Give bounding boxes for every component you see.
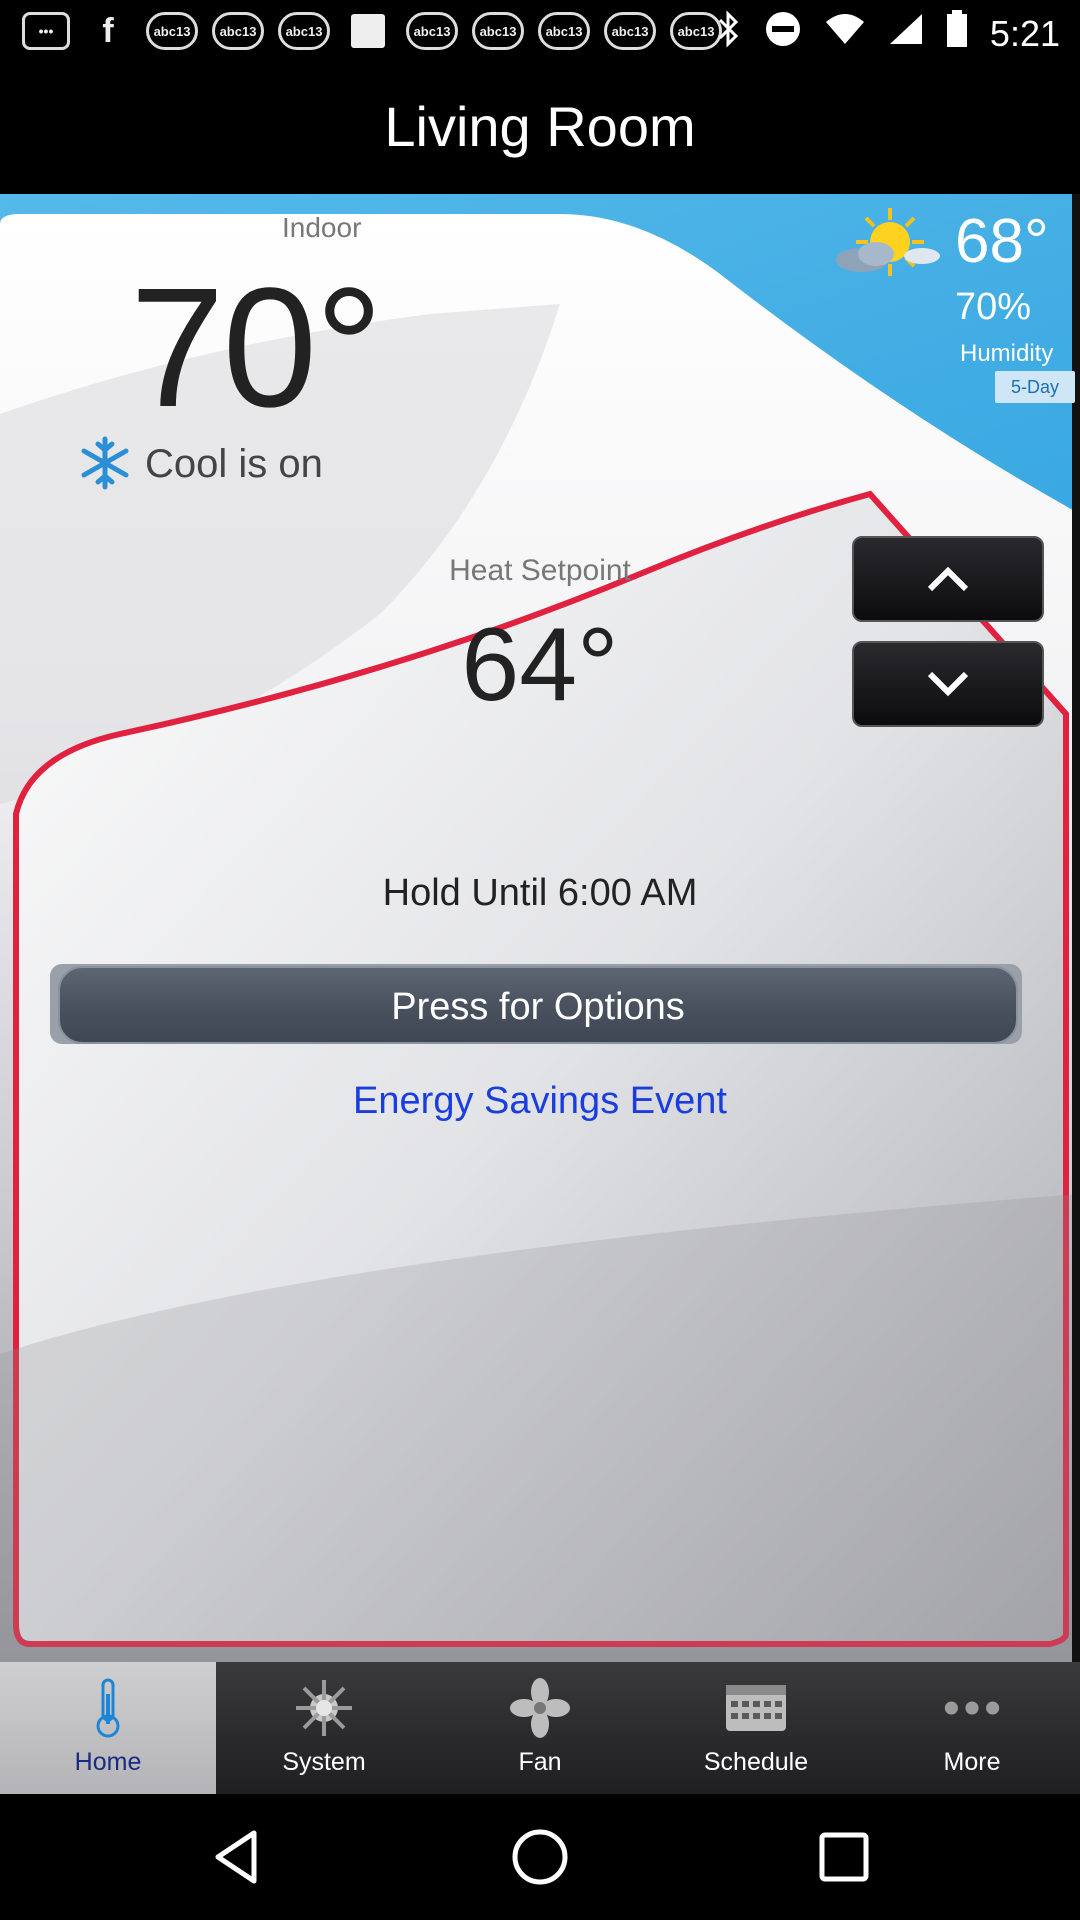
nav-label-fan: Fan — [518, 1748, 562, 1776]
nav-schedule[interactable]: Schedule — [648, 1662, 864, 1794]
humidity-value: 70% — [955, 286, 1032, 328]
battery-icon — [946, 10, 968, 57]
nav-label-more: More — [943, 1748, 1001, 1776]
hold-status: Hold Until 6:00 AM — [382, 872, 698, 914]
more-dots-icon: ••• — [22, 12, 70, 50]
nav-label-schedule: Schedule — [703, 1748, 809, 1776]
back-icon[interactable] — [206, 1827, 266, 1887]
bottom-nav: Home System Fan Schedule More — [0, 1662, 1080, 1794]
setpoint-down-button[interactable] — [852, 641, 1044, 727]
abc13-icon: abc13 — [604, 12, 656, 50]
chevron-down-icon — [927, 671, 969, 697]
abc13-icon: abc13 — [212, 12, 264, 50]
system-nav-bar — [0, 1794, 1080, 1920]
signal-icon — [888, 12, 924, 55]
notification-icons: ••• f abc13 abc13 abc13 abc13 abc13 abc1… — [22, 12, 722, 50]
outdoor-temperature: 68° — [955, 207, 1049, 276]
indoor-temperature: 70° — [130, 253, 383, 443]
title-bar: Living Room — [0, 64, 1080, 194]
wifi-icon — [824, 12, 866, 55]
panel-edge — [1072, 194, 1080, 1662]
bluetooth-icon — [716, 10, 742, 57]
recents-icon[interactable] — [814, 1827, 874, 1887]
abc13-icon: abc13 — [670, 12, 722, 50]
five-day-forecast-button[interactable]: 5-Day — [995, 371, 1075, 403]
nav-more[interactable]: More — [864, 1662, 1080, 1794]
schedule-icon — [726, 1678, 786, 1738]
system-icon — [294, 1678, 354, 1738]
status-bar: ••• f abc13 abc13 abc13 abc13 abc13 abc1… — [0, 0, 1080, 64]
indoor-label: Indoor — [282, 212, 362, 243]
abc13-icon: abc13 — [406, 12, 458, 50]
snowflake-icon — [78, 436, 132, 490]
more-icon — [942, 1678, 1002, 1738]
humidity-label: Humidity — [960, 340, 1054, 367]
do-not-disturb-icon — [764, 10, 802, 57]
energy-savings-event-link[interactable]: Energy Savings Event — [0, 1080, 1080, 1123]
clock: 5:21 — [989, 12, 1060, 54]
page-title: Living Room — [384, 95, 696, 158]
nav-system[interactable]: System — [216, 1662, 432, 1794]
abc13-icon: abc13 — [538, 12, 590, 50]
press-for-options-button[interactable]: Press for Options — [58, 966, 1018, 1044]
partly-sunny-icon[interactable] — [832, 206, 942, 286]
home-circle-icon[interactable] — [510, 1827, 570, 1887]
blank-square-icon — [344, 12, 392, 50]
system-status: 5:21 — [716, 10, 1060, 57]
fan-icon — [510, 1678, 570, 1738]
nav-fan[interactable]: Fan — [432, 1662, 648, 1794]
chevron-up-icon — [927, 566, 969, 592]
facebook-icon: f — [102, 11, 114, 50]
mode-status: Cool is on — [145, 442, 323, 486]
setpoint-up-button[interactable] — [852, 536, 1044, 622]
nav-home[interactable]: Home — [0, 1662, 216, 1794]
abc13-icon: abc13 — [278, 12, 330, 50]
abc13-icon: abc13 — [146, 12, 198, 50]
nav-label-home: Home — [74, 1748, 142, 1776]
thermometer-icon — [78, 1678, 138, 1738]
abc13-icon: abc13 — [472, 12, 524, 50]
nav-label-system: System — [282, 1748, 366, 1776]
